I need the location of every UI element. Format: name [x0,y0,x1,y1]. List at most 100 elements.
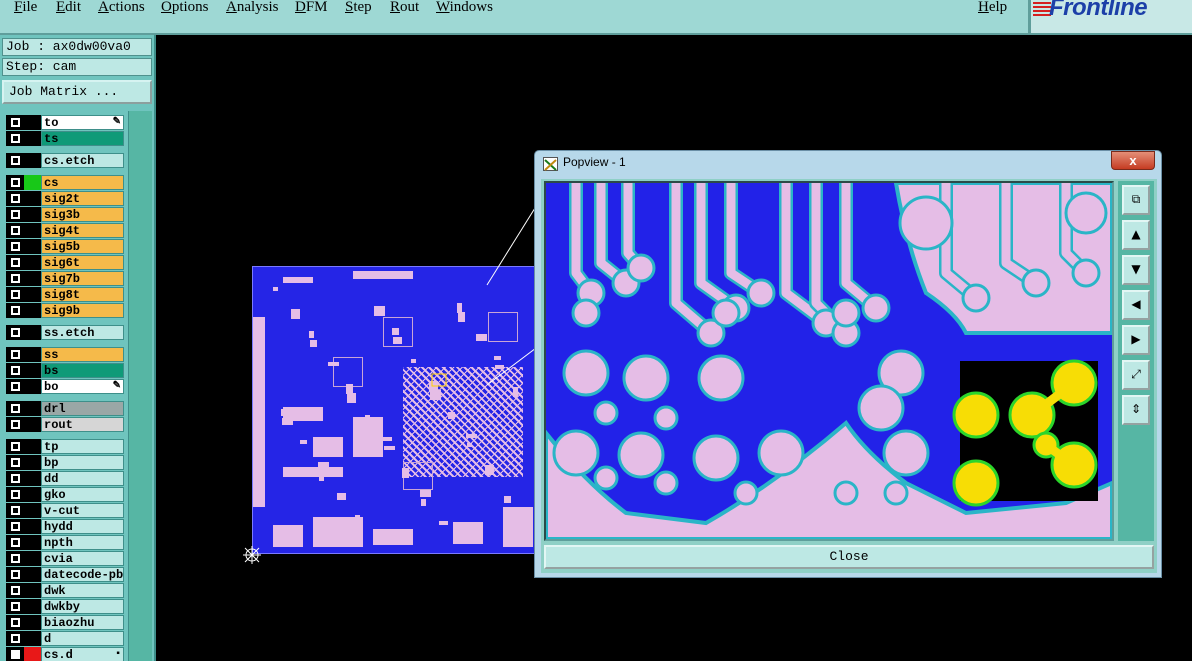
layer-color-swatch[interactable] [24,519,41,534]
layer-checkbox[interactable] [6,115,24,130]
layer-row-bp[interactable]: bp [6,455,124,470]
menu-edit[interactable]: Edit [56,0,81,15]
layer-row-tp[interactable]: tp [6,439,124,454]
layer-row-datecode-pbe[interactable]: datecode-pbe [6,567,124,582]
layer-color-swatch[interactable] [24,379,41,394]
layer-color-swatch[interactable] [24,207,41,222]
layer-checkbox[interactable] [6,271,24,286]
layer-name[interactable]: sig3b [41,207,124,222]
job-matrix-button[interactable]: Job Matrix ... [2,80,152,104]
layer-checkbox[interactable] [6,401,24,416]
layer-color-swatch[interactable] [24,191,41,206]
layer-name[interactable]: to ✎ [41,115,124,130]
layer-row-cs.d[interactable]: cs.d ▪ [6,647,124,661]
layer-color-swatch[interactable] [24,599,41,614]
layer-checkbox[interactable] [6,223,24,238]
board-view[interactable] [252,266,542,554]
layer-checkbox[interactable] [6,191,24,206]
layer-color-swatch[interactable] [24,401,41,416]
layer-name[interactable]: ss [41,347,124,362]
layer-row-sig6t[interactable]: sig6t [6,255,124,270]
layer-name[interactable]: gko [41,487,124,502]
layer-list-scrollbar[interactable] [128,111,152,661]
layer-checkbox[interactable] [6,647,24,661]
layer-color-swatch[interactable] [24,271,41,286]
layer-name[interactable]: tp [41,439,124,454]
layer-name[interactable]: sig2t [41,191,124,206]
layer-color-swatch[interactable] [24,535,41,550]
layer-row-sig3b[interactable]: sig3b [6,207,124,222]
pan-right-icon[interactable]: ▶ [1122,325,1150,355]
layer-checkbox[interactable] [6,131,24,146]
layer-color-swatch[interactable] [24,287,41,302]
layer-row-cs.etch[interactable]: cs.etch [6,153,124,168]
layer-name[interactable]: biaozhu [41,615,124,630]
menu-actions[interactable]: Actions [98,0,145,15]
layer-row-sig7b[interactable]: sig7b [6,271,124,286]
layer-row-dwkby[interactable]: dwkby [6,599,124,614]
layer-checkbox[interactable] [6,551,24,566]
layer-color-swatch[interactable] [24,223,41,238]
layer-color-swatch[interactable] [24,131,41,146]
layer-name[interactable]: drl [41,401,124,416]
layer-color-swatch[interactable] [24,503,41,518]
layer-row-dd[interactable]: dd [6,471,124,486]
menu-options[interactable]: Options [161,0,209,15]
layer-row-rout[interactable]: rout [6,417,124,432]
layer-color-swatch[interactable] [24,153,41,168]
layer-color-swatch[interactable] [24,583,41,598]
layer-color-swatch[interactable] [24,471,41,486]
layer-row-sig4t[interactable]: sig4t [6,223,124,238]
menu-help[interactable]: Help [978,0,1007,15]
menu-analysis[interactable]: Analysis [226,0,279,15]
layer-color-swatch[interactable] [24,363,41,378]
layer-checkbox[interactable] [6,363,24,378]
layer-checkbox[interactable] [6,325,24,340]
layer-name[interactable]: sig6t [41,255,124,270]
layer-name[interactable]: cvia [41,551,124,566]
layer-checkbox[interactable] [6,487,24,502]
layer-row-cs[interactable]: cs [6,175,124,190]
layer-row-sig8t[interactable]: sig8t [6,287,124,302]
layer-color-swatch[interactable] [24,255,41,270]
layer-checkbox[interactable] [6,207,24,222]
layer-name[interactable]: sig7b [41,271,124,286]
zoom-fit-icon[interactable]: ⧉ [1122,185,1150,215]
layer-name[interactable]: dd [41,471,124,486]
layer-name[interactable]: cs.d ▪ [41,647,124,661]
layer-checkbox[interactable] [6,239,24,254]
layer-color-swatch[interactable] [24,487,41,502]
popview-canvas[interactable] [544,181,1114,541]
layer-row-drl[interactable]: drl [6,401,124,416]
layer-checkbox[interactable] [6,287,24,302]
layer-row-d[interactable]: d [6,631,124,646]
layer-color-swatch[interactable] [24,567,41,582]
layer-name[interactable]: bs [41,363,124,378]
menu-file[interactable]: File [14,0,37,15]
layer-name[interactable]: datecode-pbe [41,567,124,582]
layer-name[interactable]: ts [41,131,124,146]
layer-checkbox[interactable] [6,255,24,270]
layer-name[interactable]: bo ✎ [41,379,124,394]
layer-name[interactable]: dwk [41,583,124,598]
layer-color-swatch[interactable] [24,325,41,340]
pan-left-icon[interactable]: ◀ [1122,290,1150,320]
layer-name[interactable]: ss.etch [41,325,124,340]
layer-row-bo[interactable]: bo ✎ [6,379,124,394]
layer-color-swatch[interactable] [24,347,41,362]
layer-row-sig9b[interactable]: sig9b [6,303,124,318]
layer-checkbox[interactable] [6,631,24,646]
layer-checkbox[interactable] [6,439,24,454]
layer-checkbox[interactable] [6,175,24,190]
layer-color-swatch[interactable] [24,455,41,470]
layer-name[interactable]: rout [41,417,124,432]
layer-name[interactable]: sig5b [41,239,124,254]
layer-row-sig2t[interactable]: sig2t [6,191,124,206]
close-button[interactable]: Close [544,545,1154,569]
layer-checkbox[interactable] [6,455,24,470]
layer-color-swatch[interactable] [24,239,41,254]
zoom-in-icon[interactable]: ⤢ [1122,360,1150,390]
layer-row-biaozhu[interactable]: biaozhu [6,615,124,630]
layer-color-swatch[interactable] [24,303,41,318]
layer-color-swatch[interactable] [24,551,41,566]
